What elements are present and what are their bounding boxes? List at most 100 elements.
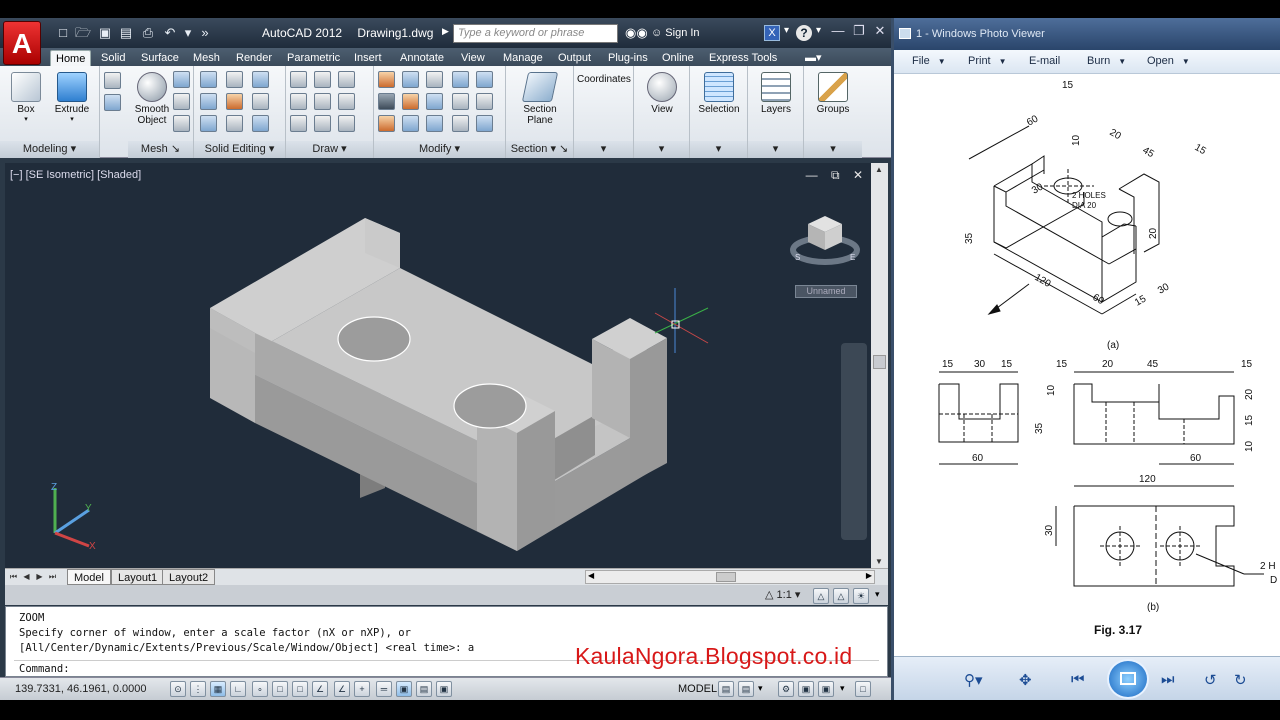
viewcube[interactable]: S E — [790, 208, 860, 268]
qat-overflow-icon[interactable]: » — [197, 25, 213, 41]
mesh-group-title[interactable]: Mesh ↘ — [128, 141, 193, 158]
modify-group-title[interactable]: Modify ▾ — [374, 141, 505, 158]
tab-manage[interactable]: Manage — [498, 50, 548, 66]
subtract-icon[interactable] — [200, 93, 217, 110]
smooth-less-icon[interactable] — [173, 93, 190, 110]
coordinates-label[interactable]: Coordinates — [577, 74, 631, 85]
zoom-icon[interactable]: ⚲▾ — [964, 671, 983, 689]
annotation-scale[interactable]: △ 1:1 ▾ — [765, 588, 800, 601]
polygon-icon[interactable] — [290, 115, 307, 132]
draw-group-title[interactable]: Draw ▾ — [286, 141, 373, 158]
annotation-visibility-icon[interactable]: △ — [813, 588, 829, 604]
section-group-title[interactable]: Section ▾ ↘ — [506, 141, 573, 158]
tab-parametric[interactable]: Parametric — [282, 50, 345, 66]
tab-mesh[interactable]: Mesh — [188, 50, 225, 66]
scroll-down-icon[interactable]: ▼ — [875, 557, 883, 566]
auto-scale-icon[interactable]: △ — [833, 588, 849, 604]
selection-cycling-icon[interactable]: ▣ — [436, 681, 452, 697]
tab-layout1[interactable]: Layout1 — [111, 569, 165, 585]
ortho-mode-icon[interactable]: ∟ — [230, 681, 246, 697]
shell-icon[interactable] — [252, 115, 269, 132]
workspace-switching-icon[interactable]: ⚙ — [778, 681, 794, 697]
sign-in-link[interactable]: ☺ Sign In — [651, 27, 700, 39]
3d-mirror-icon[interactable] — [402, 115, 419, 132]
extrude-button[interactable]: Extrude ▾ — [52, 72, 92, 123]
tab-home[interactable]: Home — [50, 50, 92, 66]
prev-layout-icon[interactable]: ◀ — [21, 571, 32, 583]
tab-insert[interactable]: Insert — [349, 50, 387, 66]
save-as-icon[interactable]: ▤ — [118, 25, 134, 41]
join-icon[interactable] — [476, 93, 493, 110]
coordinates-group-title[interactable]: ▾ — [574, 141, 633, 158]
menu-open[interactable]: Open ▼ — [1147, 55, 1190, 67]
menu-file[interactable]: File ▼ — [912, 55, 946, 67]
fillet-icon[interactable] — [378, 71, 395, 88]
help-dropdown-icon[interactable]: ▾ — [816, 25, 821, 36]
navigation-bar[interactable] — [841, 343, 867, 540]
infer-constraints-icon[interactable]: ⊙ — [170, 681, 186, 697]
trim-icon[interactable] — [452, 71, 469, 88]
new-icon[interactable]: □ — [55, 25, 71, 41]
helix-icon[interactable] — [314, 71, 331, 88]
ellipse-icon[interactable] — [338, 115, 355, 132]
scroll-left-icon[interactable]: ◀ — [588, 571, 594, 580]
3d-rotate-icon[interactable] — [378, 93, 395, 110]
tab-render[interactable]: Render — [231, 50, 277, 66]
application-menu-button[interactable]: A — [3, 21, 41, 65]
object-snap-tracking-icon[interactable]: ∠ — [312, 681, 328, 697]
solid-editing-group-title[interactable]: Solid Editing ▾ — [194, 141, 285, 158]
selection-group-title[interactable]: ▾ — [690, 141, 747, 158]
groups-group-title[interactable]: ▾ — [804, 141, 862, 158]
view-group-title[interactable]: ▾ — [634, 141, 689, 158]
modeling-group-title[interactable]: Modeling ▾ — [0, 141, 99, 158]
menu-email[interactable]: E-mail — [1029, 55, 1060, 67]
slideshow-button[interactable] — [1107, 659, 1149, 699]
exchange-dropdown-icon[interactable]: ▾ — [784, 25, 789, 36]
smooth-more-icon[interactable] — [173, 71, 190, 88]
selection-button[interactable]: Selection — [692, 72, 746, 115]
next-layout-icon[interactable]: ▶ — [34, 571, 45, 583]
close-icon[interactable]: ✕ — [872, 23, 888, 39]
copy-icon[interactable] — [476, 115, 493, 132]
array-icon[interactable] — [452, 115, 469, 132]
open-folder-icon[interactable]: 🗁 — [75, 25, 91, 41]
tab-solid[interactable]: Solid — [96, 50, 130, 66]
status-menu-icon[interactable]: ▾ — [840, 683, 845, 694]
command-prompt[interactable]: Command: — [19, 663, 70, 675]
tab-output[interactable]: Output — [553, 50, 596, 66]
3d-model[interactable]: Z Y X — [5, 163, 871, 568]
offset-icon[interactable] — [452, 93, 469, 110]
search-input[interactable]: Type a keyword or phrase — [453, 24, 618, 43]
section-plane-button[interactable]: Section Plane — [512, 72, 568, 126]
undo-icon[interactable]: ↶ — [162, 25, 178, 41]
smooth-object-button[interactable]: Smooth Object — [130, 72, 174, 126]
model-space-button[interactable]: MODEL — [678, 683, 717, 695]
tab-view[interactable]: View — [456, 50, 490, 66]
line-icon[interactable] — [290, 71, 307, 88]
hardware-acceleration-icon[interactable]: ▣ — [818, 681, 834, 697]
menu-burn[interactable]: Burn ▼ — [1087, 55, 1126, 67]
status-more-icon[interactable]: ▾ — [758, 683, 763, 694]
minimize-icon[interactable]: — — [830, 23, 846, 38]
3d-object-snap-icon[interactable]: □ — [292, 681, 308, 697]
rotate-icon[interactable] — [426, 93, 443, 110]
actual-size-icon[interactable]: ✥ — [1019, 671, 1032, 689]
previous-icon[interactable]: ⏮ — [1071, 671, 1085, 688]
menu-print[interactable]: Print ▼ — [968, 55, 1007, 67]
union-icon[interactable] — [200, 71, 217, 88]
layers-button[interactable]: Layers — [752, 72, 800, 115]
cylinder-icon[interactable] — [104, 72, 121, 89]
coordinate-readout[interactable]: 139.7331, 46.1961, 0.0000 — [15, 683, 147, 695]
quick-view-drawings-icon[interactable]: ▤ — [738, 681, 754, 697]
extract-edges-icon[interactable] — [226, 71, 243, 88]
tab-surface[interactable]: Surface — [136, 50, 184, 66]
ribbon-minimize-icon[interactable]: ▬▾ — [800, 50, 827, 66]
thicken-icon[interactable] — [226, 115, 243, 132]
dynamic-ucs-icon[interactable]: ∠ — [334, 681, 350, 697]
scroll-right-icon[interactable]: ▶ — [866, 571, 872, 580]
polar-tracking-icon[interactable]: ∘ — [252, 681, 268, 697]
snap-mode-icon[interactable]: ⋮ — [190, 681, 206, 697]
tab-express-tools[interactable]: Express Tools — [704, 50, 782, 66]
lineweight-icon[interactable]: ═ — [376, 681, 392, 697]
tab-online[interactable]: Online — [657, 50, 699, 66]
